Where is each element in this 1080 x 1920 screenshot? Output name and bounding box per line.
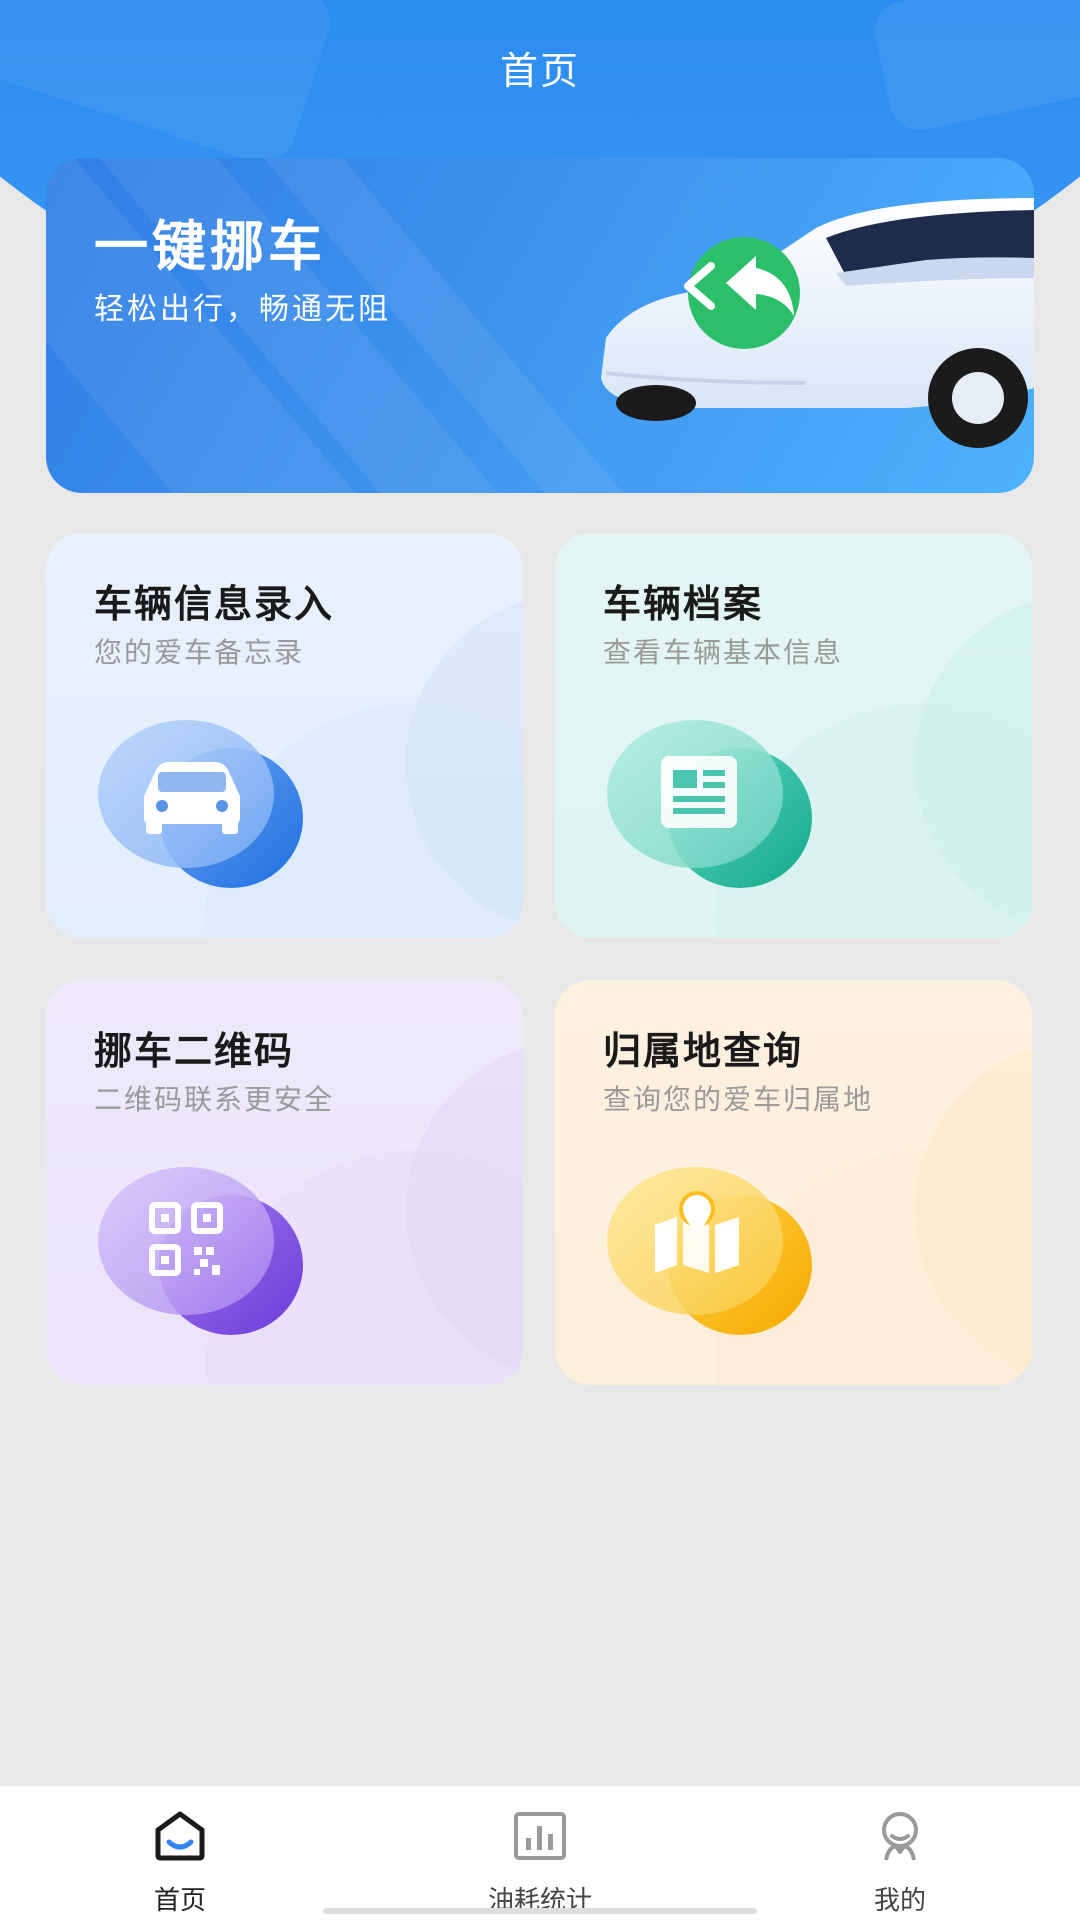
banner-title: 一键挪车 [94,215,326,278]
card-subtitle: 二维码联系更安全 [94,1083,335,1116]
page-title: 首页 [499,49,580,93]
bottom-tab-bar: 首页 油耗统计 我的 [0,1786,1080,1920]
tab-profile[interactable]: 我的 [800,1786,1000,1920]
tab-label: 我的 [873,1886,926,1916]
card-title: 挪车二维码 [94,1029,295,1073]
user-icon [882,1812,918,1861]
card-vehicle-archive[interactable]: 车辆档案 查看车辆基本信息 [555,533,1032,938]
card-subtitle: 查询您的爱车归属地 [603,1083,874,1116]
home-icon [155,1811,205,1861]
card-title: 车辆信息录入 [94,582,335,626]
car-return-icon [601,198,1034,448]
map-location-icon [607,1167,812,1335]
tab-label: 首页 [153,1886,206,1916]
bar-chart-icon [514,1812,566,1860]
tab-home[interactable]: 首页 [80,1786,280,1920]
card-move-car-qrcode[interactable]: 挪车二维码 二维码联系更安全 [46,980,523,1385]
document-icon [607,720,812,888]
move-car-banner[interactable]: 一键挪车 轻松出行，畅通无阻 [46,158,1034,493]
home-indicator [323,1908,757,1914]
car-icon [98,720,303,888]
card-subtitle: 您的爱车备忘录 [94,636,305,669]
card-title: 车辆档案 [603,582,764,626]
card-ownership-query[interactable]: 归属地查询 查询您的爱车归属地 [555,980,1032,1385]
card-vehicle-info-entry[interactable]: 车辆信息录入 您的爱车备忘录 [46,533,523,938]
card-subtitle: 查看车辆基本信息 [603,636,844,669]
qrcode-icon [98,1167,303,1335]
tab-fuel-stats[interactable]: 油耗统计 [440,1786,640,1920]
card-title: 归属地查询 [603,1029,804,1073]
banner-subtitle: 轻松出行，畅通无阻 [94,292,391,327]
